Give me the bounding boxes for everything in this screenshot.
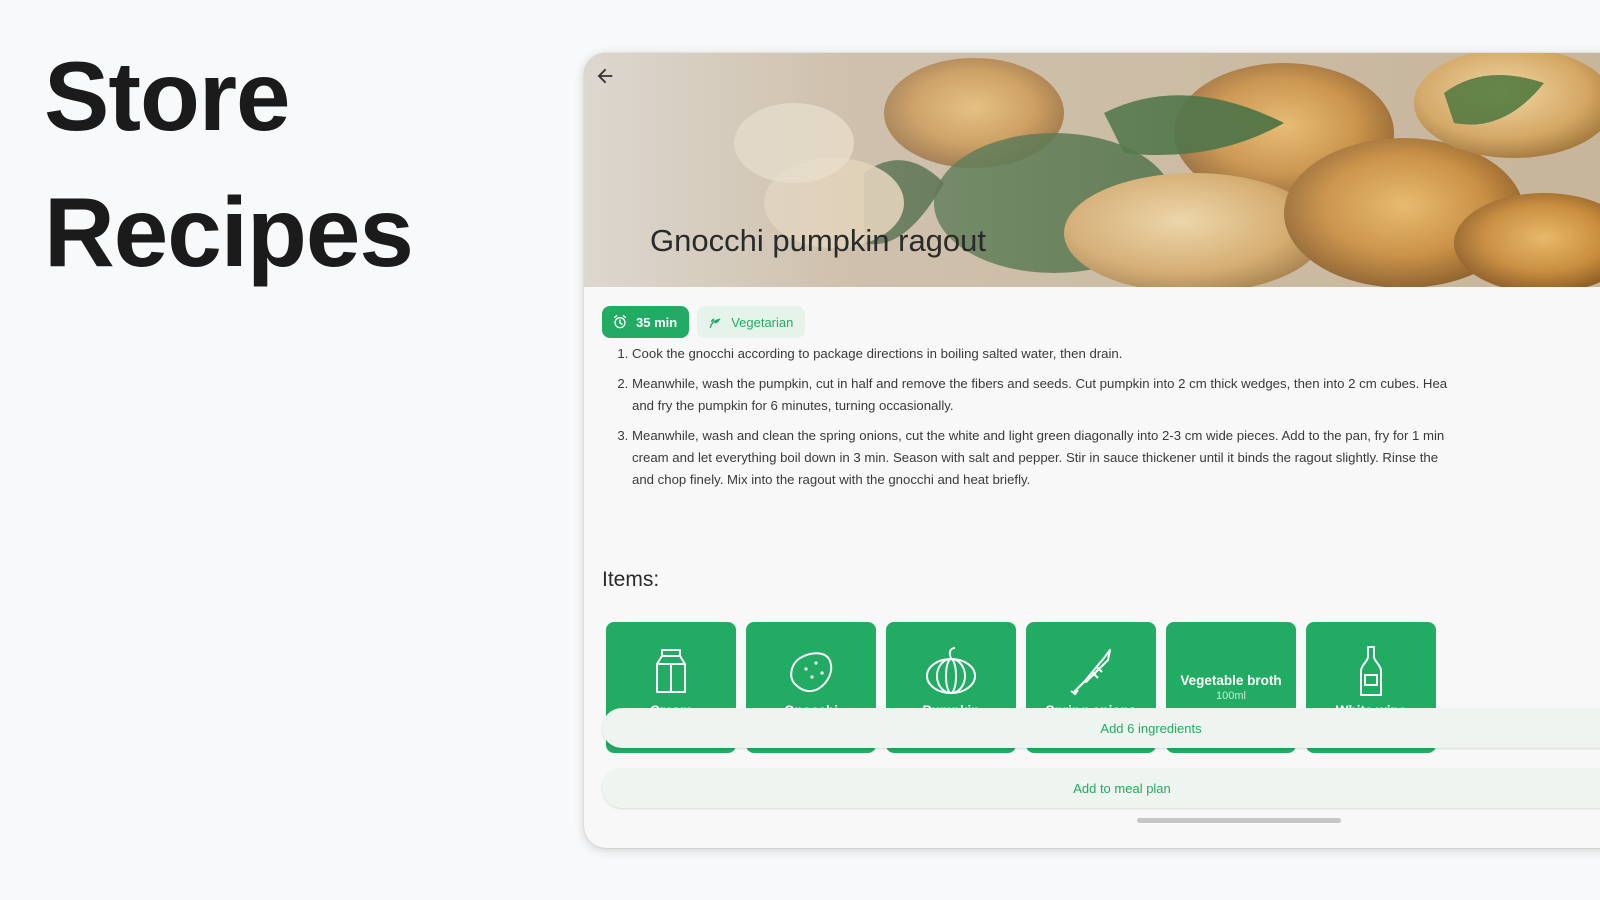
ingredient-qty: 100ml xyxy=(1216,690,1246,702)
back-button[interactable] xyxy=(594,65,634,105)
vegetarian-chip[interactable]: Vegetarian xyxy=(697,306,806,338)
arrow-back-icon xyxy=(597,68,613,84)
time-chip[interactable]: 35 min xyxy=(602,306,690,338)
add-ingredients-label: Add 6 ingredients xyxy=(1100,720,1202,736)
add-to-meal-plan-button[interactable]: Add to meal plan xyxy=(602,768,1600,808)
recipe-steps: Cook the gnocchi according to package di… xyxy=(602,343,1600,499)
step-text: and fry the pumpkin for 6 minutes, turni… xyxy=(632,398,954,413)
step-text: cream and let everything boil down in 3 … xyxy=(632,450,1439,465)
potato-icon xyxy=(790,652,833,693)
sprout-icon xyxy=(709,318,721,328)
tablet-app-window: Gnocchi pumpkin ragout 35 min Vegetarian… xyxy=(584,53,1600,848)
ingredient-name: Vegetable broth xyxy=(1180,673,1282,688)
vegetarian-chip-label: Vegetarian xyxy=(731,314,794,330)
step-text: Meanwhile, wash the pumpkin, cut in half… xyxy=(632,376,1448,391)
step-item: Meanwhile, wash and clean the spring oni… xyxy=(632,425,1600,491)
spring-onion-icon xyxy=(1070,649,1111,696)
recipe-tags: 35 min Vegetarian xyxy=(602,306,806,338)
time-chip-label: 35 min xyxy=(636,314,678,330)
step-text: Meanwhile, wash and clean the spring oni… xyxy=(632,428,1445,443)
items-heading: Items: xyxy=(602,568,660,591)
add-meal-plan-label: Add to meal plan xyxy=(1073,780,1171,796)
recipe-title: Gnocchi pumpkin ragout xyxy=(650,223,987,258)
step-text: Cook the gnocchi according to package di… xyxy=(632,346,1123,361)
pumpkin-icon xyxy=(926,647,976,694)
milk-carton-icon xyxy=(656,649,686,693)
wine-bottle-icon xyxy=(1360,646,1382,696)
promo-headline: Store Recipes xyxy=(44,28,414,300)
promo-line-2: Recipes xyxy=(44,177,414,287)
add-ingredients-button[interactable]: Add 6 ingredients xyxy=(602,708,1600,748)
promo-line-1: Store xyxy=(44,41,291,151)
recipe-hero-image: Gnocchi pumpkin ragout xyxy=(584,53,1600,287)
step-item: Cook the gnocchi according to package di… xyxy=(632,343,1600,365)
alarm-icon xyxy=(614,315,626,329)
step-text: and chop finely. Mix into the ragout wit… xyxy=(632,472,1031,487)
step-item: Meanwhile, wash the pumpkin, cut in half… xyxy=(632,373,1600,417)
gesture-home-bar[interactable] xyxy=(1137,818,1341,823)
